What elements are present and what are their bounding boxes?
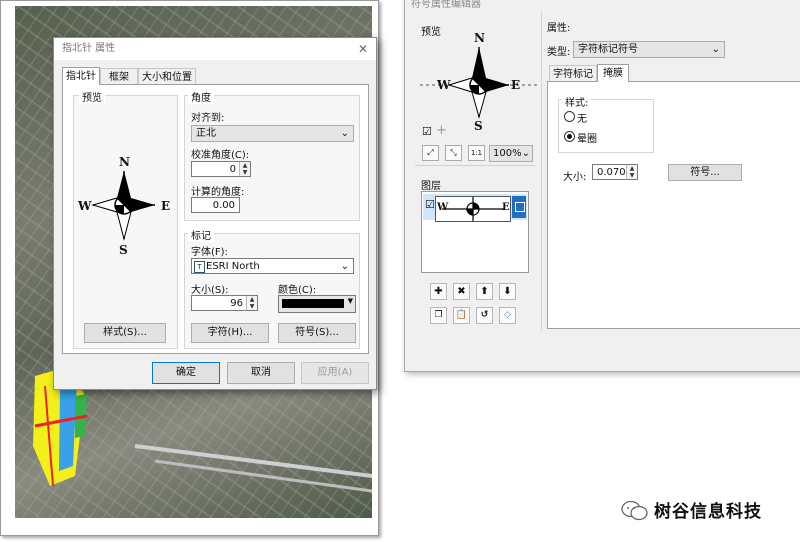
editor-title: 符号属性编辑器: [411, 0, 481, 10]
font-value: ESRI North: [206, 261, 260, 272]
calculated-angle-label: 计算的角度:: [191, 187, 245, 198]
tab-mask[interactable]: 掩膜: [597, 64, 629, 82]
marker-group-label: 标记: [188, 227, 214, 242]
add-icon[interactable]: ✚: [430, 283, 447, 300]
color-swatch: [282, 299, 344, 308]
dialog-title: 指北针 属性: [62, 43, 116, 54]
compass-e: E: [502, 202, 510, 213]
compass-s: S: [119, 243, 128, 257]
compass-n: N: [119, 155, 130, 169]
style-group-label: 样式:: [562, 94, 592, 109]
compass-e: E: [511, 78, 521, 92]
calibration-value: 0: [229, 164, 236, 175]
watermark-text: 树谷信息科技: [654, 502, 762, 522]
close-icon[interactable]: ✕: [358, 38, 368, 60]
copy-icon[interactable]: ❐: [430, 307, 447, 324]
rail-line: [154, 459, 372, 493]
type-value: 字符标记符号: [578, 44, 638, 55]
divider: [541, 11, 542, 331]
type-label: 类型:: [547, 47, 571, 58]
wechat-icon: [621, 500, 648, 521]
layers-label: 图层: [421, 181, 441, 192]
style-button[interactable]: 样式(S)...: [84, 323, 166, 343]
radio-halo-label: 晕圈: [577, 134, 597, 145]
zoom-out-icon[interactable]: ⤡: [445, 145, 462, 161]
arrow-down-icon[interactable]: ⬇: [499, 283, 516, 300]
add-icon[interactable]: +: [436, 123, 447, 138]
layers-list: ☑ W E: [421, 191, 529, 273]
calculated-angle-field: 0.00: [191, 197, 240, 213]
radio-icon[interactable]: [564, 131, 575, 142]
compass-w: W: [78, 199, 92, 213]
font-icon: T: [194, 261, 205, 273]
symbol-property-editor: 符号属性编辑器 预览 N S W E ☑ + ⤢ ⤡ 1:1 100% ⌄ 图层…: [404, 0, 800, 372]
align-to-value: 正北: [196, 128, 216, 139]
north-arrow-properties-dialog: 指北针 属性 ✕ 指北针 框架 大小和位置 预览 N S W E 样式(S)..…: [53, 37, 377, 390]
tab-panel: 预览 N S W E 样式(S)... 角度 对齐到: 正北 ⌄ 校准角度(C)…: [62, 84, 369, 354]
compass-w: W: [437, 78, 451, 92]
angle-group-label: 角度: [188, 89, 214, 104]
zoom-select[interactable]: 100% ⌄: [489, 145, 533, 162]
chevron-down-icon: ⌄: [521, 148, 530, 159]
rail-line: [134, 444, 372, 478]
chevron-down-icon: ⌄: [711, 44, 720, 55]
mask-symbol-button[interactable]: 符号...: [668, 164, 742, 181]
ok-button[interactable]: 确定: [152, 362, 220, 384]
calculated-angle-value: 0.00: [212, 200, 235, 211]
divider: [415, 165, 535, 166]
clear-icon[interactable]: ◇: [499, 307, 516, 324]
type-select[interactable]: 字符标记符号 ⌄: [573, 41, 725, 58]
dropdown-arrow-icon: ▼: [347, 297, 353, 305]
properties-label: 属性:: [547, 23, 571, 34]
compass-preview: N S W E: [73, 155, 176, 267]
reset-icon[interactable]: ↺: [476, 307, 493, 324]
paste-icon[interactable]: 📋: [453, 307, 470, 324]
zoom-value: 100%: [493, 148, 522, 159]
character-button[interactable]: 字符(H)...: [191, 323, 269, 343]
font-label: 字体(F):: [191, 247, 228, 258]
align-to-select[interactable]: 正北 ⌄: [191, 125, 354, 142]
symbol-preview: N S W E: [419, 31, 539, 135]
compass-s: S: [474, 119, 483, 133]
calibration-label: 校准角度(C):: [191, 150, 250, 161]
font-select[interactable]: T ESRI North ⌄: [191, 258, 354, 274]
apply-button[interactable]: 应用(A): [301, 362, 369, 384]
compass-n: N: [474, 31, 485, 45]
watermark: 树谷信息科技: [620, 497, 780, 522]
actual-size-icon[interactable]: 1:1: [468, 145, 485, 161]
color-picker[interactable]: ▼: [278, 295, 356, 313]
radio-none-label: 无: [577, 114, 587, 125]
size-value: 96: [230, 298, 243, 309]
frame-icon: [515, 202, 525, 212]
zoom-in-icon[interactable]: ⤢: [422, 145, 439, 161]
checkbox-icon[interactable]: ☑: [422, 125, 432, 138]
spinner-icon[interactable]: ▲ ▼: [246, 296, 257, 310]
size-label: 大小(S):: [191, 285, 229, 296]
spinner-icon[interactable]: ▲ ▼: [626, 165, 637, 179]
mask-size-input[interactable]: 0.0706 ▲ ▼: [592, 164, 638, 180]
compass-w: W: [437, 202, 449, 213]
calibration-input[interactable]: 0 ▲ ▼: [191, 161, 251, 177]
dialog-titlebar: 指北针 属性 ✕: [54, 38, 376, 60]
remove-icon[interactable]: ✖: [453, 283, 470, 300]
arrow-up-icon[interactable]: ⬆: [476, 283, 493, 300]
radio-dot: [567, 134, 572, 139]
mask-tab-panel: 样式: 无 晕圈 大小: 0.0706 ▲ ▼ 符号...: [547, 81, 800, 329]
layer-thumbnail: W E: [435, 196, 511, 222]
preview-label: 预览: [79, 89, 105, 104]
radio-icon[interactable]: [564, 111, 575, 122]
spinner-icon[interactable]: ▲ ▼: [239, 162, 250, 176]
tab-north-arrow[interactable]: 指北针: [62, 67, 100, 85]
align-to-label: 对齐到:: [191, 113, 225, 124]
symbol-button[interactable]: 符号(S)...: [278, 323, 356, 343]
layer-lock-icon[interactable]: [512, 196, 526, 218]
chevron-down-icon: ⌄: [340, 261, 349, 272]
cancel-button[interactable]: 取消: [227, 362, 295, 384]
compass-e: E: [161, 199, 171, 213]
mask-size-label: 大小:: [563, 172, 587, 183]
size-input[interactable]: 96 ▲ ▼: [191, 295, 258, 311]
chevron-down-icon: ⌄: [340, 128, 349, 139]
checkbox-icon[interactable]: ☑: [425, 198, 435, 211]
color-label: 颜色(C):: [278, 285, 317, 296]
